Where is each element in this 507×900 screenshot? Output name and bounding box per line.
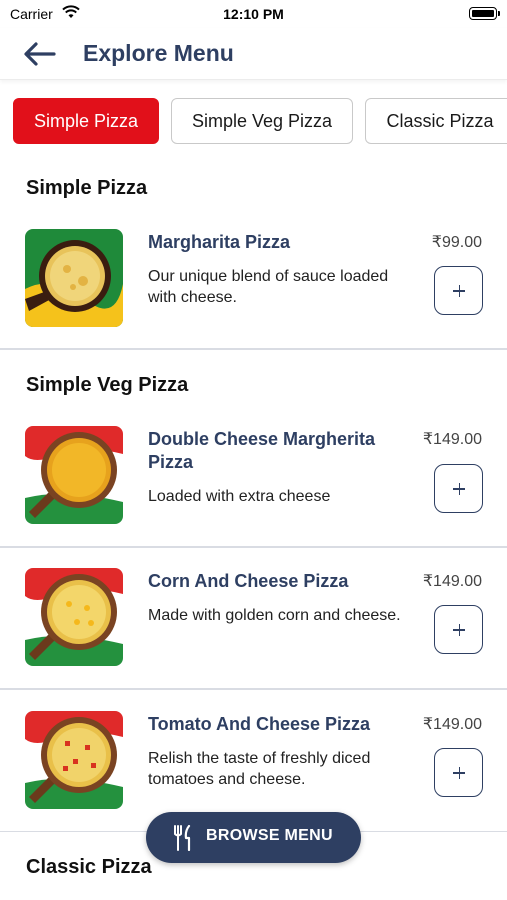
browse-menu-button[interactable]: BROWSE MENU [146,812,361,863]
tab-simple-veg-pizza[interactable]: Simple Veg Pizza [171,98,353,144]
item-name: Tomato And Cheese Pizza [148,714,371,734]
item-name: Double Cheese Margherita Pizza [148,429,376,472]
divider [0,546,507,548]
item-description: Our unique blend of sauce loaded with ch… [148,268,389,306]
pizza-image [25,568,123,666]
section-title: Simple Veg Pizza [26,374,189,396]
back-arrow-icon[interactable] [22,40,58,68]
item-description: Relish the taste of freshly diced tomato… [148,750,371,788]
page-title: Explore Menu [83,40,234,66]
battery-icon [469,7,500,20]
divider [0,348,507,350]
tab-simple-pizza[interactable]: Simple Pizza [13,98,159,144]
pizza-image [25,229,123,327]
item-name: Corn And Cheese Pizza [148,571,349,591]
tab-classic-pizza[interactable]: Classic Pizza [365,98,507,144]
item-description: Loaded with extra cheese [148,488,331,505]
section-title: Simple Pizza [26,177,148,199]
menu-item[interactable]: Double Cheese Margherita Pizza ₹149.00 L… [0,426,507,546]
status-bar: Carrier 12:10 PM [0,0,507,28]
pizza-image [25,711,123,809]
item-name: Margharita Pizza [148,232,291,252]
browse-menu-label: BROWSE MENU [206,827,333,844]
add-to-cart-button[interactable] [434,605,483,654]
add-to-cart-button[interactable] [434,266,483,315]
app-header: Explore Menu [0,28,507,80]
pizza-image [25,426,123,524]
item-price: ₹149.00 [422,573,482,590]
tab-label: Simple Pizza [33,110,139,131]
item-description: Made with golden corn and cheese. [148,607,401,624]
tab-label: Simple Veg Pizza [191,110,333,131]
item-price: ₹149.00 [422,716,482,733]
fork-knife-icon [174,825,191,851]
item-price: ₹149.00 [422,431,482,448]
add-to-cart-button[interactable] [434,464,483,513]
tab-label: Classic Pizza [386,110,494,131]
category-tabs: Simple Pizza Simple Veg Pizza Classic Pi… [0,98,507,146]
item-price: ₹99.00 [431,234,482,251]
divider [0,688,507,690]
add-to-cart-button[interactable] [434,748,483,797]
section-title: Classic Pizza [26,856,152,878]
menu-item[interactable]: Margharita Pizza ₹99.00 Our unique blend… [0,228,507,348]
clock: 12:10 PM [223,6,284,22]
menu-item[interactable]: Corn And Cheese Pizza ₹149.00 Made with … [0,568,507,688]
